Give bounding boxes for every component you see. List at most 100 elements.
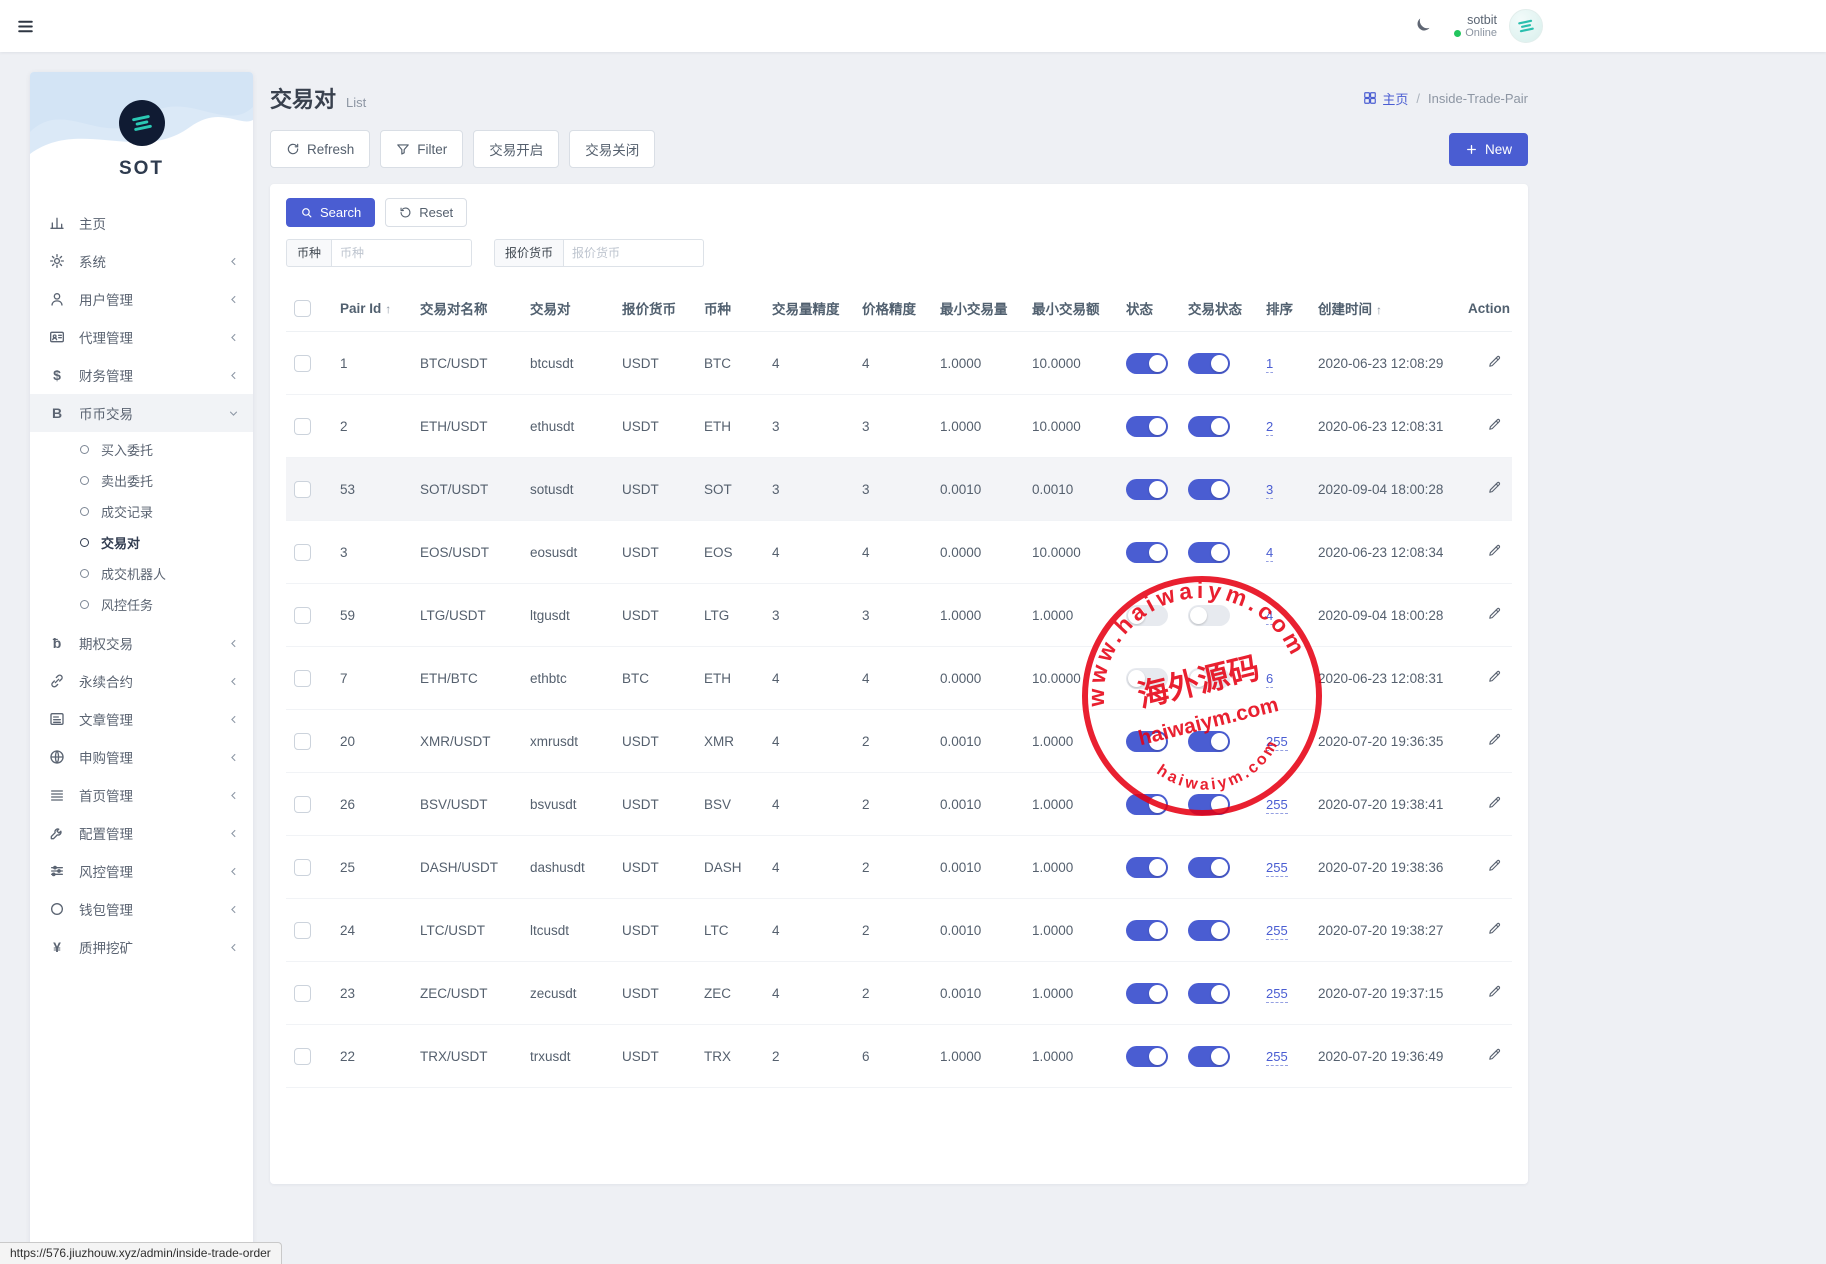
sort-order-link[interactable]: 4 (1266, 608, 1273, 625)
search-button[interactable]: Search (286, 198, 375, 227)
status-toggle[interactable] (1126, 920, 1168, 941)
sort-asc-icon[interactable]: ↑ (1376, 303, 1382, 317)
cell-coin: LTC (696, 899, 764, 962)
status-toggle[interactable] (1126, 731, 1168, 752)
sidebar-item-homepage[interactable]: 首页管理 (30, 776, 253, 814)
sidebar-item-coin-trade[interactable]: B币币交易 (30, 394, 253, 432)
sort-order-link[interactable]: 255 (1266, 923, 1288, 940)
status-toggle[interactable] (1126, 983, 1168, 1004)
sort-order-link[interactable]: 4 (1266, 545, 1273, 562)
row-checkbox[interactable] (294, 355, 311, 372)
row-checkbox[interactable] (294, 922, 311, 939)
trade-status-toggle[interactable] (1188, 542, 1230, 563)
sidebar-subitem-trade-pairs[interactable]: 交易对 (30, 527, 253, 558)
edit-button[interactable] (1485, 415, 1504, 437)
sort-order-link[interactable]: 6 (1266, 671, 1273, 688)
trade-status-toggle[interactable] (1188, 416, 1230, 437)
sidebar-item-staking[interactable]: ¥质押挖矿 (30, 928, 253, 966)
edit-button[interactable] (1485, 982, 1504, 1004)
sidebar-subitem-trade-robot[interactable]: 成交机器人 (30, 558, 253, 589)
sort-order-link[interactable]: 255 (1266, 1049, 1288, 1066)
sidebar-subitem-buy-orders[interactable]: 买入委托 (30, 434, 253, 465)
sort-order-link[interactable]: 255 (1266, 734, 1288, 751)
edit-button[interactable] (1485, 541, 1504, 563)
filter-icon (396, 142, 410, 156)
sidebar-item-wallet[interactable]: 钱包管理 (30, 890, 253, 928)
edit-button[interactable] (1485, 793, 1504, 815)
sort-order-link[interactable]: 255 (1266, 986, 1288, 1003)
row-checkbox[interactable] (294, 985, 311, 1002)
trade-status-toggle[interactable] (1188, 479, 1230, 500)
sort-order-link[interactable]: 1 (1266, 356, 1273, 373)
trade-close-button[interactable]: 交易关闭 (569, 130, 655, 168)
sort-order-link[interactable]: 255 (1266, 797, 1288, 814)
row-checkbox[interactable] (294, 544, 311, 561)
edit-button[interactable] (1485, 352, 1504, 374)
coin-filter-input[interactable] (332, 239, 472, 267)
row-checkbox[interactable] (294, 733, 311, 750)
row-checkbox[interactable] (294, 607, 311, 624)
trade-status-toggle[interactable] (1188, 731, 1230, 752)
sort-asc-icon[interactable]: ↑ (385, 302, 391, 316)
row-checkbox[interactable] (294, 418, 311, 435)
trade-status-toggle[interactable] (1188, 353, 1230, 374)
dark-mode-toggle[interactable] (1412, 16, 1432, 36)
sidebar-item-articles[interactable]: 文章管理 (30, 700, 253, 738)
trade-status-toggle[interactable] (1188, 794, 1230, 815)
row-checkbox[interactable] (294, 1048, 311, 1065)
sidebar-subitem-trade-records[interactable]: 成交记录 (30, 496, 253, 527)
sidebar-item-users[interactable]: 用户管理 (30, 280, 253, 318)
refresh-button[interactable]: Refresh (270, 130, 370, 168)
row-checkbox[interactable] (294, 670, 311, 687)
status-toggle[interactable] (1126, 1046, 1168, 1067)
edit-button[interactable] (1485, 730, 1504, 752)
sidebar-item-risk[interactable]: 风控管理 (30, 852, 253, 890)
reset-button[interactable]: Reset (385, 198, 467, 227)
sort-order-link[interactable]: 255 (1266, 860, 1288, 877)
edit-button[interactable] (1485, 667, 1504, 689)
quote-filter-input[interactable] (564, 239, 704, 267)
new-button[interactable]: New (1449, 133, 1528, 166)
sidebar-item-agents[interactable]: 代理管理 (30, 318, 253, 356)
sort-order-link[interactable]: 2 (1266, 419, 1273, 436)
menu-toggle-button[interactable] (16, 17, 35, 36)
edit-button[interactable] (1485, 604, 1504, 626)
sidebar-item-config[interactable]: 配置管理 (30, 814, 253, 852)
trade-status-toggle[interactable] (1188, 983, 1230, 1004)
trade-status-toggle[interactable] (1188, 920, 1230, 941)
edit-button[interactable] (1485, 1045, 1504, 1067)
row-checkbox[interactable] (294, 481, 311, 498)
trade-status-toggle[interactable] (1188, 668, 1230, 689)
status-toggle[interactable] (1126, 479, 1168, 500)
edit-button[interactable] (1485, 478, 1504, 500)
sidebar-item-finance[interactable]: $财务管理 (30, 356, 253, 394)
status-toggle[interactable] (1126, 857, 1168, 878)
status-toggle[interactable] (1126, 353, 1168, 374)
status-toggle[interactable] (1126, 605, 1168, 626)
trade-open-button[interactable]: 交易开启 (473, 130, 559, 168)
user-info[interactable]: sotbit Online (1454, 13, 1497, 39)
status-toggle[interactable] (1126, 416, 1168, 437)
sidebar-subitem-risk-tasks[interactable]: 风控任务 (30, 589, 253, 620)
edit-button[interactable] (1485, 856, 1504, 878)
trade-status-toggle[interactable] (1188, 1046, 1230, 1067)
sort-order-link[interactable]: 3 (1266, 482, 1273, 499)
sidebar-item-home[interactable]: 主页 (30, 204, 253, 242)
trade-status-toggle[interactable] (1188, 857, 1230, 878)
sidebar-item-perpetual[interactable]: 永续合约 (30, 662, 253, 700)
sidebar-item-system[interactable]: 系统 (30, 242, 253, 280)
breadcrumb-home[interactable]: 主页 (1363, 89, 1408, 108)
sidebar-subitem-sell-orders[interactable]: 卖出委托 (30, 465, 253, 496)
sidebar-item-options[interactable]: ƀ期权交易 (30, 624, 253, 662)
status-toggle[interactable] (1126, 542, 1168, 563)
sidebar-item-subscription[interactable]: 申购管理 (30, 738, 253, 776)
trade-status-toggle[interactable] (1188, 605, 1230, 626)
row-checkbox[interactable] (294, 859, 311, 876)
status-toggle[interactable] (1126, 668, 1168, 689)
avatar[interactable] (1509, 9, 1543, 43)
select-all-checkbox[interactable] (294, 300, 311, 317)
filter-button[interactable]: Filter (380, 130, 463, 168)
edit-button[interactable] (1485, 919, 1504, 941)
status-toggle[interactable] (1126, 794, 1168, 815)
row-checkbox[interactable] (294, 796, 311, 813)
